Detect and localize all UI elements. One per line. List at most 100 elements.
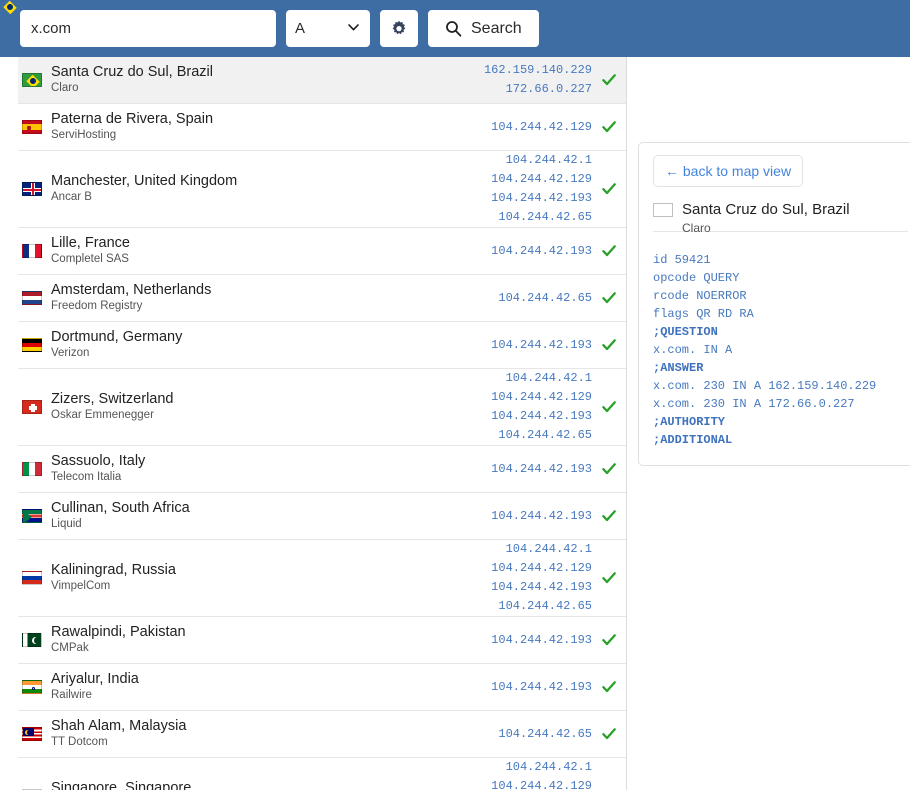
dns-response-line: x.com. 230 IN A 162.159.140.229 [653, 379, 877, 393]
ip-address: 162.159.140.229 [483, 63, 592, 77]
flag-icon [22, 291, 42, 305]
table-row[interactable]: Paterna de Rivera, Spain ServiHosting 104.… [18, 104, 626, 151]
row-ip-list: 104.244.42.1 104.244.42.129 104.244.42.193… [491, 151, 592, 227]
dns-response-line: x.com. IN A [653, 343, 733, 357]
table-row[interactable]: Manchester, United Kingdom Ancar B 104.244… [18, 151, 626, 228]
ip-address: 104.244.42.129 [491, 172, 592, 186]
dns-response-line: ;ADDITIONAL [653, 433, 733, 447]
ip-address: 104.244.42.193 [491, 580, 592, 594]
detail-isp-label: Claro [682, 221, 711, 235]
table-row[interactable]: Lille, France Completel SAS 104.244.42.193 [18, 228, 626, 275]
flag-icon [22, 509, 42, 523]
row-location: Shah Alam, Malaysia TT Dotcom [22, 711, 498, 757]
green-check-icon [602, 338, 616, 352]
dns-response-line: rcode NOERROR [653, 289, 747, 303]
table-row[interactable]: Kaliningrad, Russia VimpelCom 104.244.42.1… [18, 540, 626, 617]
dns-response-line: ;AUTHORITY [653, 415, 726, 429]
ip-address: 104.244.42.129 [491, 119, 592, 134]
ip-address: 104.244.42.129 [491, 561, 592, 575]
row-isp-label: Ancar B [51, 191, 92, 203]
row-city-label: Zizers, Switzerland [51, 391, 174, 407]
row-isp-label: Completel SAS [51, 253, 129, 265]
row-city-label: Ariyalur, India [51, 671, 139, 687]
dns-response-line: opcode QUERY [653, 271, 740, 285]
green-check-icon [602, 182, 616, 196]
row-location: Ariyalur, India Railwire [22, 664, 491, 710]
ip-address: 104.244.42.193 [491, 191, 592, 205]
flag-icon [22, 727, 42, 741]
table-row[interactable]: Sassuolo, Italy Telecom Italia 104.244.42.… [18, 446, 626, 493]
row-ip-list: 104.244.42.65 [498, 725, 592, 744]
search-toolbar: AAAAACNAMEMXNSTXTSOA Search [0, 0, 910, 57]
table-row[interactable]: Zizers, Switzerland Oskar Emmenegger 104.2… [18, 369, 626, 446]
flag-icon [22, 120, 42, 134]
row-city-label: Cullinan, South Africa [51, 500, 190, 516]
row-location: Singapore, SingaporeNTT Singapore [22, 773, 491, 790]
flag-icon [22, 400, 42, 414]
flag-icon [22, 73, 42, 87]
settings-button[interactable] [380, 10, 418, 47]
row-ip-list: 104.244.42.129 [491, 118, 592, 137]
table-row[interactable]: Singapore, SingaporeNTT Singapore104.244… [18, 758, 626, 790]
table-row[interactable]: Shah Alam, Malaysia TT Dotcom 104.244.42.6… [18, 711, 626, 758]
record-type-select-wrapper: AAAAACNAMEMXNSTXTSOA [286, 10, 370, 47]
row-city-label: Dortmund, Germany [51, 329, 183, 345]
row-isp-label: VimpelCom [51, 580, 111, 592]
row-location: Paterna de Rivera, Spain ServiHosting [22, 104, 491, 150]
ip-address: 104.244.42.1 [505, 760, 592, 774]
ip-address: 104.244.42.129 [491, 779, 592, 790]
row-ip-list: 104.244.42.1104.244.42.129104.244.42.193… [491, 758, 592, 790]
green-check-icon [602, 120, 616, 134]
row-ip-list: 104.244.42.1104.244.42.129104.244.42.193… [491, 540, 592, 616]
row-isp-label: CMPak [51, 642, 89, 654]
ip-address: 172.66.0.227 [505, 82, 592, 96]
row-isp-label: TT Dotcom [51, 736, 108, 748]
table-row[interactable]: Ariyalur, India Railwire 104.244.42.193 [18, 664, 626, 711]
row-city-label: Singapore, Singapore [51, 780, 192, 790]
row-location: Cullinan, South Africa Liquid [22, 493, 491, 539]
ip-address: 104.244.42.129 [491, 390, 592, 404]
flag-icon [22, 244, 42, 258]
flag-icon [22, 571, 42, 585]
green-check-icon [602, 73, 616, 87]
row-location: Lille, France Completel SAS [22, 228, 491, 274]
left-gutter [0, 57, 18, 790]
dns-response-line: x.com. 230 IN A 172.66.0.227 [653, 397, 855, 411]
row-ip-list: 104.244.42.193 [491, 460, 592, 479]
row-location: Dortmund, Germany Verizon [22, 322, 491, 368]
search-button[interactable]: Search [428, 10, 539, 47]
ip-address: 104.244.42.1 [505, 371, 592, 385]
row-location: Santa Cruz do Sul, Brazil Claro [22, 57, 484, 103]
row-ip-list: 104.244.42.193 [491, 631, 592, 650]
table-row[interactable]: Rawalpindi, Pakistan CMPak 104.244.42.193 [18, 617, 626, 664]
row-location: Rawalpindi, Pakistan CMPak [22, 617, 491, 663]
table-row[interactable]: Dortmund, Germany Verizon 104.244.42.193 [18, 322, 626, 369]
record-type-select[interactable]: AAAAACNAMEMXNSTXTSOA [286, 10, 370, 47]
ip-address: 104.244.42.65 [498, 210, 592, 224]
row-city-label: Amsterdam, Netherlands [51, 282, 212, 298]
search-icon [446, 21, 462, 37]
row-isp-label: Telecom Italia [51, 471, 122, 483]
table-row[interactable]: Santa Cruz do Sul, Brazil Claro 162.159.14… [18, 57, 626, 104]
row-ip-list: 104.244.42.65 [498, 289, 592, 308]
green-check-icon [602, 400, 616, 414]
ip-address: 104.244.42.1 [505, 153, 592, 167]
row-location: Kaliningrad, Russia VimpelCom [22, 555, 491, 601]
table-row[interactable]: Amsterdam, Netherlands Freedom Registry 10… [18, 275, 626, 322]
dns-response-line: ;ANSWER [653, 361, 704, 375]
main-content: Santa Cruz do Sul, Brazil Claro 162.159.14… [0, 0, 910, 790]
row-location: Manchester, United Kingdom Ancar B [22, 166, 491, 212]
row-isp-label: Liquid [51, 518, 82, 530]
detail-pane: ← back to map view Santa Cruz do Sul, Br… [3, 0, 910, 790]
ip-address: 104.244.42.65 [498, 290, 592, 305]
row-city-label: Shah Alam, Malaysia [51, 718, 187, 734]
domain-input[interactable] [20, 10, 276, 47]
row-isp-label: ServiHosting [51, 129, 117, 141]
ip-address: 104.244.42.65 [498, 726, 592, 741]
ip-address: 104.244.42.193 [491, 243, 592, 258]
row-location: Zizers, Switzerland Oskar Emmenegger [22, 384, 491, 430]
row-isp-label: Oskar Emmenegger [51, 409, 154, 421]
back-to-map-view-button[interactable]: ← back to map view [653, 155, 804, 187]
row-city-label: Kaliningrad, Russia [51, 562, 176, 578]
table-row[interactable]: Cullinan, South Africa Liquid 104.244.42.1… [18, 493, 626, 540]
